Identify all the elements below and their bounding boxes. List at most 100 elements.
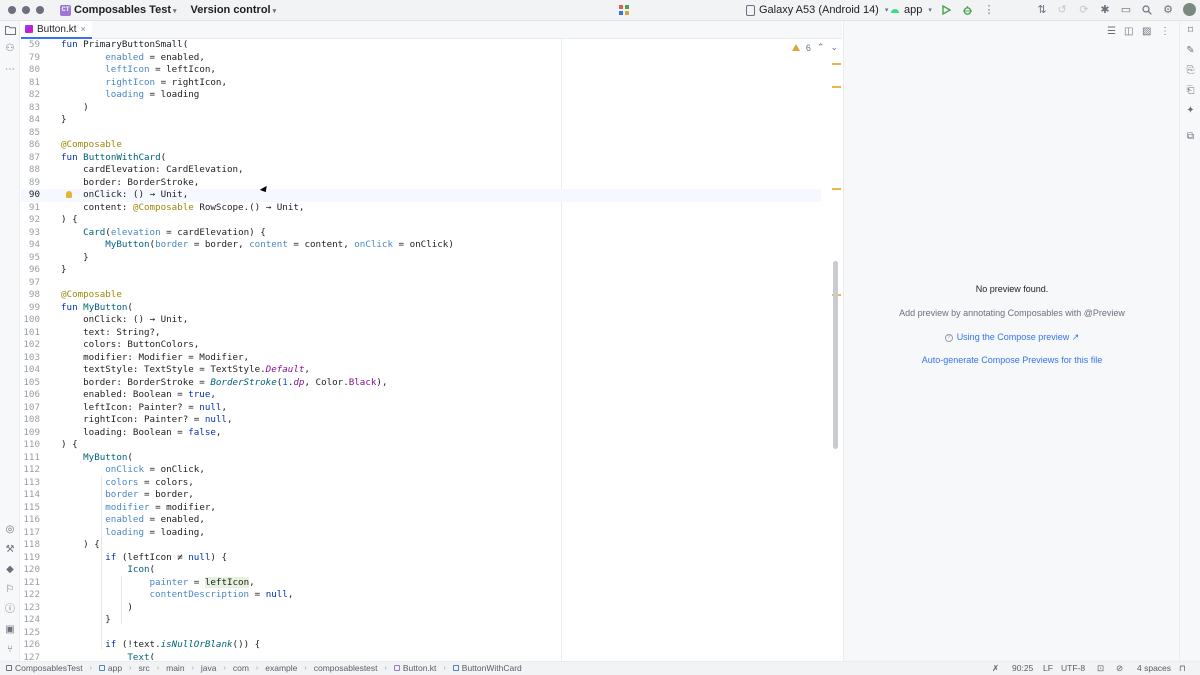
close-tab-icon[interactable]: × (80, 24, 85, 34)
code-line[interactable]: 120 Icon( (21, 564, 821, 577)
code-line[interactable]: 126 if (!text.isNullOrBlank()) { (21, 639, 821, 652)
code-line[interactable]: 116 enabled = enabled, (21, 514, 821, 527)
warning-stripe[interactable] (832, 86, 841, 88)
commit-icon[interactable]: ⚇ (4, 43, 16, 55)
code-line[interactable]: 111 MyButton( (21, 452, 821, 465)
code-line[interactable]: 121 painter = leftIcon, (21, 576, 821, 590)
code-line[interactable]: 104 textStyle: TextStyle = TextStyle.Def… (21, 364, 821, 377)
app-inspection-icon[interactable]: ◎ (4, 524, 16, 536)
caret-position[interactable]: 90:25 (1012, 663, 1033, 673)
code-line[interactable]: 95 } (21, 252, 821, 265)
sync-project-icon[interactable]: ⇅ (1036, 4, 1048, 16)
code-line[interactable]: 100 onClick: () → Unit, (21, 314, 821, 327)
code-line[interactable]: 118 ) { (21, 539, 821, 552)
code-line[interactable]: 115 modifier = modifier, (21, 502, 821, 515)
inspection-widget[interactable]: 6 ⌃ ⌄ (791, 42, 838, 53)
device-selector[interactable]: Galaxy A53 (Android 14) ▾ (746, 4, 888, 16)
breadcrumb-item[interactable]: ButtonWithCard (452, 663, 522, 673)
code-line[interactable]: 123 ) (21, 602, 821, 615)
bug-report-icon[interactable]: ✱ (1099, 4, 1111, 16)
gradle-icon[interactable]: ⎘ (1185, 65, 1196, 76)
user-avatar[interactable] (1183, 3, 1196, 16)
warning-stripe[interactable] (832, 188, 841, 190)
code-line[interactable]: 114 border = border, (21, 489, 821, 502)
code-line[interactable]: 80 leftIcon = leftIcon, (21, 64, 821, 77)
device-manager-icon[interactable]: ▭ (1120, 4, 1132, 16)
code-line[interactable]: 107 leftIcon: Painter? = null, (21, 402, 821, 415)
problems-icon[interactable]: ⓘ (4, 604, 16, 616)
next-highlight-icon[interactable]: ⌄ (830, 42, 838, 53)
code-line[interactable]: 125 (21, 627, 821, 640)
warning-stripe[interactable] (832, 63, 841, 65)
split-view-icon[interactable]: ◫ (1124, 26, 1133, 37)
running-devices-icon[interactable]: ⧉ (1185, 131, 1196, 142)
code-line[interactable]: 96} (21, 264, 821, 277)
compose-preview-help-link[interactable]: Using the Compose preview ↗ (957, 332, 1080, 342)
device-file-explorer-icon[interactable]: ⎗ (1185, 85, 1196, 96)
preview-options-icon[interactable]: ⋮ (1160, 26, 1170, 37)
zoom-window-button[interactable] (36, 6, 44, 14)
breadcrumb-item[interactable]: main (166, 663, 184, 673)
breadcrumb-item[interactable]: java (201, 663, 217, 673)
code-line[interactable]: 98 @Composable (21, 289, 821, 302)
code-line[interactable]: 109 loading: Boolean = false, (21, 427, 821, 440)
code-line[interactable]: 106 enabled: Boolean = true, (21, 389, 821, 402)
terminal-icon[interactable]: ▣ (4, 624, 16, 636)
more-options-icon[interactable]: ⋮ (983, 4, 995, 16)
code-line[interactable]: 94 MyButton(border = border, content = c… (21, 239, 821, 252)
breadcrumb-item[interactable]: example (265, 663, 297, 673)
line-separator[interactable]: LF (1043, 663, 1053, 673)
pointer-inspect-icon[interactable]: ✗ (992, 663, 999, 674)
breadcrumb-item[interactable]: app (98, 663, 122, 673)
code-line[interactable]: 113 colors = colors, (21, 477, 821, 490)
design-view-icon[interactable]: ▨ (1142, 26, 1151, 37)
run-config-selector[interactable]: app ▾ (890, 4, 932, 16)
project-selector[interactable]: Composables Test ▾ (74, 4, 177, 16)
code-line[interactable]: 122 contentDescription = null, (21, 589, 821, 602)
code-line[interactable]: 92) { (21, 214, 821, 227)
code-editor[interactable]: 59 fun PrimaryButtonSmall(79 enabled = en… (21, 39, 842, 660)
auto-generate-previews-link[interactable]: Auto-generate Compose Previews for this … (844, 355, 1180, 365)
settings-gear-icon[interactable]: ⚙ (1162, 4, 1174, 16)
run-icon[interactable] (940, 4, 952, 16)
project-folder-icon[interactable] (4, 25, 16, 37)
breadcrumb-item[interactable]: com (233, 663, 249, 673)
code-line[interactable]: 88 cardElevation: CardElevation, (21, 164, 821, 177)
more-tools-icon[interactable]: ⋯ (4, 64, 16, 76)
indent-setting[interactable]: 4 spaces (1137, 663, 1171, 673)
code-line[interactable]: 87 fun ButtonWithCard( (21, 152, 821, 165)
code-line[interactable]: 91 content: @Composable RowScope.() → Un… (21, 202, 821, 215)
code-line[interactable]: 108 rightIcon: Painter? = null, (21, 414, 821, 427)
previous-highlight-icon[interactable]: ⌃ (817, 42, 825, 53)
gemini-icon[interactable]: ✎ (1185, 45, 1196, 56)
code-line[interactable]: 124 } (21, 614, 821, 627)
version-control-menu[interactable]: Version control ▾ (191, 4, 277, 16)
code-line[interactable]: 105 border: BorderStroke = BorderStroke(… (21, 377, 821, 390)
code-line[interactable]: 89 border: BorderStroke, (21, 177, 821, 190)
file-encoding[interactable]: UTF-8 (1061, 663, 1085, 673)
breadcrumb-item[interactable]: Button.kt (393, 663, 436, 673)
code-line[interactable]: 112 onClick = onClick, (21, 464, 821, 477)
minimize-window-button[interactable] (22, 6, 30, 14)
breadcrumb-item[interactable]: ComposablesTest (6, 663, 83, 673)
code-line[interactable]: 82 loading = loading (21, 89, 821, 102)
code-line[interactable]: 81 rightIcon = rightIcon, (21, 77, 821, 90)
code-line[interactable]: 59 fun PrimaryButtonSmall( (21, 39, 821, 52)
ai-assistant-icon[interactable]: ✦ (1185, 105, 1196, 116)
code-line[interactable]: 84} (21, 114, 821, 127)
git-status-icon[interactable]: ⊘ (1116, 663, 1123, 674)
breadcrumb-item[interactable]: composablestest (314, 663, 378, 673)
code-view-icon[interactable]: ☰ (1107, 26, 1116, 37)
build-hammer-icon[interactable]: ⚒ (4, 544, 16, 556)
memory-indicator-icon[interactable]: ⊓ (1179, 663, 1186, 674)
code-line[interactable]: 85 (21, 127, 821, 140)
code-line[interactable]: 83 ) (21, 102, 821, 115)
run-tool-icon[interactable]: ⚐ (4, 584, 16, 596)
code-line[interactable]: 119 if (leftIcon ≠ null) { (21, 552, 821, 565)
close-window-button[interactable] (8, 6, 16, 14)
code-line[interactable]: 127 Text( (21, 652, 821, 661)
code-line[interactable]: 101 text: String?, (21, 327, 821, 340)
code-line[interactable]: 102 colors: ButtonColors, (21, 339, 821, 352)
gradle-elephant-icon[interactable]: ◆ (4, 564, 16, 576)
code-line[interactable]: 86 @Composable (21, 139, 821, 152)
